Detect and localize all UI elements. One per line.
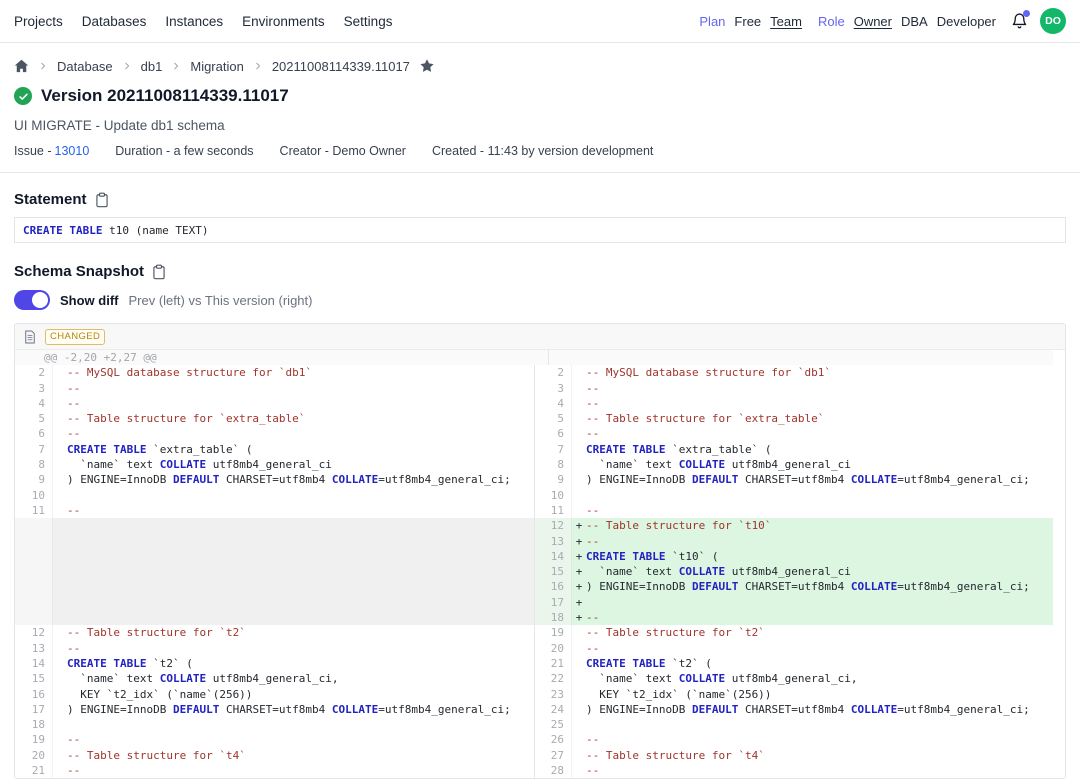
diff-row: 10 10 xyxy=(15,488,1065,503)
diff-row: 3 --3 -- xyxy=(15,381,1065,396)
role-dba-link[interactable]: DBA xyxy=(901,14,928,29)
changed-badge: CHANGED xyxy=(45,329,105,345)
diff-row: 14+CREATE TABLE `t10` ( xyxy=(15,549,1065,564)
nav-item-settings[interactable]: Settings xyxy=(344,14,393,29)
issue-info: Issue -13010 xyxy=(14,144,89,158)
nav-item-environments[interactable]: Environments xyxy=(242,14,325,29)
success-check-icon xyxy=(14,87,32,105)
notifications-bell-icon[interactable] xyxy=(1011,12,1028,30)
version-info-row: Issue -13010 Duration - a few seconds Cr… xyxy=(14,144,1066,172)
breadcrumb-item[interactable]: 20211008114339.11017 xyxy=(272,59,410,74)
diff-row: 7 CREATE TABLE `extra_table` (7 CREATE T… xyxy=(15,442,1065,457)
statement-sql: CREATE TABLE t10 (name TEXT) xyxy=(14,217,1066,243)
show-diff-label: Show diff xyxy=(60,293,119,308)
nav-item-databases[interactable]: Databases xyxy=(82,14,147,29)
diff-row: 15 `name` text COLLATE utf8mb4_general_c… xyxy=(15,671,1065,686)
issue-link[interactable]: 13010 xyxy=(55,144,90,158)
chevron-right-icon xyxy=(38,61,48,71)
version-subtitle: UI MIGRATE - Update db1 schema xyxy=(14,118,1066,133)
diff-row: 18 25 xyxy=(15,717,1065,732)
nav-item-instances[interactable]: Instances xyxy=(165,14,223,29)
show-diff-hint: Prev (left) vs This version (right) xyxy=(129,293,313,308)
nav-items: Projects Databases Instances Environments Se… xyxy=(14,14,392,29)
schema-snapshot-section-heading: Schema Snapshot xyxy=(14,263,1066,280)
issue-label: Issue - xyxy=(14,144,52,158)
plan-upgrade-link[interactable]: Team xyxy=(770,14,802,29)
diff-table[interactable]: @@ -2,20 +2,27 @@2 -- MySQL database str… xyxy=(15,350,1065,778)
diff-row: 18+-- xyxy=(15,610,1065,625)
diff-row: 6 --6 -- xyxy=(15,426,1065,441)
section-divider xyxy=(0,172,1080,173)
page-title: Version 20211008114339.11017 xyxy=(41,86,289,106)
file-icon xyxy=(24,330,36,344)
diff-row: 15+ `name` text COLLATE utf8mb4_general_… xyxy=(15,564,1065,579)
schema-diff-card: CHANGED @@ -2,20 +2,27 @@2 -- MySQL data… xyxy=(14,323,1066,779)
notification-dot xyxy=(1023,10,1030,17)
diff-row: 2 -- MySQL database structure for `db1`2… xyxy=(15,365,1065,380)
diff-row: 13 --20 -- xyxy=(15,641,1065,656)
diff-row: 14 CREATE TABLE `t2` (21 CREATE TABLE `t… xyxy=(15,656,1065,671)
schema-snapshot-heading: Schema Snapshot xyxy=(14,263,144,280)
hunk-header-text: @@ -2,20 +2,27 @@ xyxy=(15,350,548,365)
copy-schema-icon[interactable] xyxy=(152,264,166,280)
breadcrumb-item[interactable]: db1 xyxy=(141,59,163,74)
diff-row: 21 --28 -- xyxy=(15,763,1065,778)
sql-rest: t10 (name TEXT) xyxy=(102,224,208,237)
diff-row: 5 -- Table structure for `extra_table`5 … xyxy=(15,411,1065,426)
diff-hunk-header-row: @@ -2,20 +2,27 @@ xyxy=(15,350,1065,365)
diff-row: 16 KEY `t2_idx` (`name`(256))23 KEY `t2_… xyxy=(15,687,1065,702)
breadcrumb-item[interactable]: Database xyxy=(57,59,113,74)
breadcrumb-item[interactable]: Migration xyxy=(190,59,243,74)
diff-row: 16+) ENGINE=InnoDB DEFAULT CHARSET=utf8m… xyxy=(15,579,1065,594)
statement-section-heading: Statement xyxy=(14,191,1066,208)
sql-keyword: CREATE TABLE xyxy=(23,224,102,237)
diff-row: 19 --26 -- xyxy=(15,732,1065,747)
nav-account-area: Plan Free Team Role Owner DBA Developer … xyxy=(699,8,1066,34)
chevron-right-icon xyxy=(171,61,181,71)
plan-label: Plan xyxy=(699,14,725,29)
role-developer-link[interactable]: Developer xyxy=(937,14,996,29)
copy-statement-icon[interactable] xyxy=(95,192,109,208)
diff-row: 20 -- Table structure for `t4`27 -- Tabl… xyxy=(15,748,1065,763)
chevron-right-icon xyxy=(122,61,132,71)
show-diff-toggle[interactable] xyxy=(14,290,50,310)
plan-value: Free xyxy=(734,14,761,29)
show-diff-row: Show diff Prev (left) vs This version (r… xyxy=(14,290,1066,310)
diff-row: 13+-- xyxy=(15,534,1065,549)
diff-row: 12+-- Table structure for `t10` xyxy=(15,518,1065,533)
diff-row: 11 --11 -- xyxy=(15,503,1065,518)
avatar[interactable]: DO xyxy=(1040,8,1066,34)
diff-row: 4 --4 -- xyxy=(15,396,1065,411)
creator-info: Creator - Demo Owner xyxy=(280,144,406,158)
breadcrumb: Database db1 Migration 20211008114339.11017 xyxy=(14,43,1066,77)
chevron-right-icon xyxy=(253,61,263,71)
home-icon[interactable] xyxy=(14,59,29,73)
diff-row: 17+ xyxy=(15,595,1065,610)
duration-info: Duration - a few seconds xyxy=(115,144,253,158)
diff-header: CHANGED xyxy=(15,324,1065,350)
top-nav: Projects Databases Instances Environments Se… xyxy=(0,0,1080,43)
diff-row: 17 ) ENGINE=InnoDB DEFAULT CHARSET=utf8m… xyxy=(15,702,1065,717)
diff-row: 8 `name` text COLLATE utf8mb4_general_ci… xyxy=(15,457,1065,472)
toggle-knob xyxy=(32,292,48,308)
diff-row: 12 -- Table structure for `t2`19 -- Tabl… xyxy=(15,625,1065,640)
statement-heading: Statement xyxy=(14,191,87,208)
created-info: Created - 11:43 by version development xyxy=(432,144,653,158)
role-owner-link[interactable]: Owner xyxy=(854,14,892,29)
role-label: Role xyxy=(818,14,845,29)
version-header: Version 20211008114339.11017 xyxy=(14,86,1066,106)
bookmark-star-icon[interactable] xyxy=(419,58,435,74)
diff-row: 9 ) ENGINE=InnoDB DEFAULT CHARSET=utf8mb… xyxy=(15,472,1065,487)
nav-item-projects[interactable]: Projects xyxy=(14,14,63,29)
